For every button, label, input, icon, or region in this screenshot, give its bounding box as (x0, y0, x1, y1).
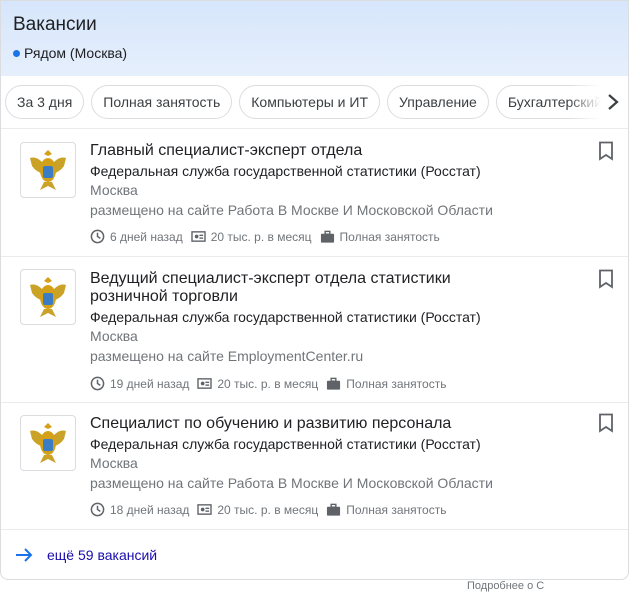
jobs-header: Вакансии Рядом (Москва) (1, 1, 628, 76)
briefcase-icon (327, 377, 341, 390)
clock-icon (90, 229, 105, 244)
bookmark-icon[interactable] (598, 269, 614, 289)
job-salary-text: 20 тыс. р. в месяц (217, 376, 319, 391)
chip-last-3-days[interactable]: За 3 дня (5, 85, 85, 119)
org-logo (20, 415, 76, 471)
banknote-icon (197, 378, 213, 389)
arrow-right-icon (16, 548, 33, 562)
banknote-icon (191, 231, 206, 242)
more-jobs-link[interactable]: ещё 59 вакансий (1, 530, 628, 579)
jobs-title: Вакансии (13, 14, 97, 35)
location-filter[interactable]: Рядом (Москва) (13, 45, 616, 61)
job-type: Полная занятость (326, 377, 446, 391)
job-posted-text: 6 дней назад (110, 229, 183, 244)
rosstat-emblem-icon (30, 150, 66, 190)
location-label: Рядом (Москва) (24, 45, 128, 61)
rosstat-emblem-icon (30, 277, 66, 317)
job-source: размещено на сайте EmploymentCenter.ru (90, 348, 364, 364)
chevron-right-icon (608, 94, 619, 110)
job-posted: 18 дней назад (90, 502, 189, 517)
job-salary-text: 20 тыс. р. в месяц (217, 502, 319, 517)
job-title[interactable]: Специалист по обучению и развитию персон… (90, 415, 568, 433)
chip-computers-it[interactable]: Компьютеры и ИТ (239, 85, 381, 119)
jobs-card: Вакансии Рядом (Москва) За 3 дня Полная … (0, 0, 629, 580)
job-listing[interactable]: Ведущий специалист-эксперт отдела статис… (1, 257, 628, 403)
org-logo (20, 142, 76, 198)
job-type-text: Полная занятость (346, 376, 447, 391)
job-title[interactable]: Ведущий специалист-эксперт отдела статис… (90, 270, 568, 306)
bookmark-icon[interactable] (598, 413, 614, 433)
bookmark-icon[interactable] (598, 141, 614, 161)
job-salary: 20 тыс. р. в месяц (191, 230, 312, 244)
job-salary: 20 тыс. р. в месяц (197, 377, 318, 391)
org-logo (20, 269, 76, 325)
briefcase-icon (320, 230, 334, 243)
job-meta: 6 дней назад 20 тыс. р. в месяц Полная з… (90, 229, 568, 244)
banknote-icon (197, 504, 213, 515)
job-posted: 6 дней назад (90, 229, 183, 244)
job-title-line: розничной торговли (90, 288, 238, 305)
job-title[interactable]: Главный специалист-эксперт отдела (90, 142, 568, 160)
rosstat-emblem-icon (30, 423, 66, 463)
job-details: Главный специалист-эксперт отдела Федера… (90, 142, 568, 244)
job-location: Москва (90, 455, 138, 471)
job-location: Москва (90, 182, 138, 198)
footer-link[interactable]: Подробнее о С (467, 580, 544, 592)
clock-icon (90, 502, 105, 517)
job-company: Федеральная служба государственной стати… (90, 436, 481, 452)
job-source: размещено на сайте Работа В Москве И Мос… (90, 475, 493, 491)
chips-scroll-right[interactable] (568, 76, 628, 128)
job-title-line: Ведущий специалист-эксперт отдела статис… (90, 270, 451, 287)
job-salary-text: 20 тыс. р. в месяц (210, 229, 312, 244)
job-details: Специалист по обучению и развитию персон… (90, 415, 568, 517)
job-salary: 20 тыс. р. в месяц (197, 503, 318, 517)
job-type-text: Полная занятость (346, 502, 447, 517)
job-meta: 18 дней назад 20 тыс. р. в месяц Полная … (90, 502, 568, 517)
job-details: Ведущий специалист-эксперт отдела статис… (90, 270, 568, 391)
job-type-text: Полная занятость (339, 229, 440, 244)
job-meta: 19 дней назад 20 тыс. р. в месяц Полная … (90, 376, 568, 391)
job-type: Полная занятость (320, 230, 440, 244)
more-jobs-label: ещё 59 вакансий (47, 547, 158, 563)
chip-full-time[interactable]: Полная занятость (91, 85, 233, 119)
job-company: Федеральная служба государственной стати… (90, 163, 481, 179)
clock-icon (90, 376, 105, 391)
job-posted: 19 дней назад (90, 376, 189, 391)
briefcase-icon (327, 503, 341, 516)
job-source: размещено на сайте Работа В Москве И Мос… (90, 202, 493, 218)
location-dot-icon (13, 49, 20, 57)
chip-management[interactable]: Управление (387, 85, 489, 119)
job-company: Федеральная служба государственной стати… (90, 309, 481, 325)
job-listing[interactable]: Специалист по обучению и развитию персон… (1, 403, 628, 530)
job-location: Москва (90, 328, 138, 344)
job-posted-text: 19 дней назад (110, 376, 190, 391)
job-type: Полная занятость (326, 503, 446, 517)
job-posted-text: 18 дней назад (110, 502, 190, 517)
job-listing[interactable]: Главный специалист-эксперт отдела Федера… (1, 129, 628, 257)
filter-chips: За 3 дня Полная занятость Компьютеры и И… (1, 76, 628, 129)
